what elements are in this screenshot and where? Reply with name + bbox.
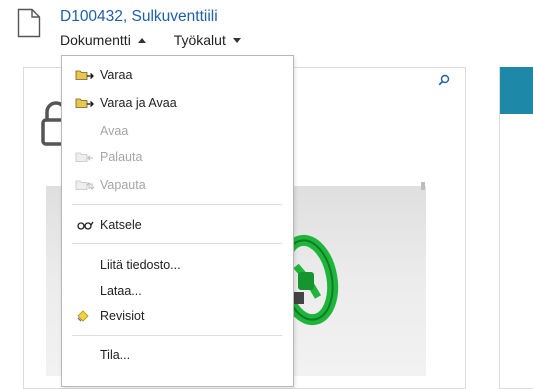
menu-item-lataa[interactable]: Lataa...	[62, 278, 293, 304]
menu-bar: Dokumentti Työkalut	[60, 32, 241, 48]
menu-divider	[72, 335, 282, 336]
menu-item-liita-tiedosto[interactable]: Liitä tiedosto...	[62, 252, 293, 278]
dokumentti-dropdown-menu: Varaa Varaa ja Avaa Avaa Palauta Vapauta…	[61, 55, 294, 387]
folder-arrow-icon	[75, 68, 95, 82]
menu-tyokalut[interactable]: Työkalut	[174, 32, 241, 48]
menu-item-vapauta: Vapauta	[62, 172, 293, 198]
menu-divider	[72, 243, 282, 244]
menu-divider	[72, 204, 282, 205]
preview-scroll-handle[interactable]	[421, 182, 425, 190]
menu-item-label: Varaa	[100, 68, 133, 82]
menu-item-tila[interactable]: Tila...	[62, 342, 293, 368]
menu-item-avaa: Avaa	[62, 118, 293, 144]
menu-item-label: Palauta	[100, 150, 143, 164]
menu-item-varaa-ja-avaa[interactable]: Varaa ja Avaa	[62, 90, 293, 116]
caret-up-icon	[137, 37, 146, 43]
caret-down-icon	[232, 37, 241, 43]
page-title: D100432, Sulkuventtiili	[60, 8, 218, 25]
secondary-card-header[interactable]	[500, 67, 533, 114]
document-icon	[17, 8, 41, 38]
secondary-card	[499, 67, 533, 389]
menu-item-label: Liitä tiedosto...	[100, 258, 181, 272]
menu-item-label: Revisiot	[100, 309, 145, 323]
revisions-icon	[75, 309, 95, 323]
menu-item-label: Lataa...	[100, 284, 142, 298]
zoom-icon[interactable]	[438, 74, 450, 86]
folder-arrow-icon	[75, 96, 95, 110]
menu-item-label: Katsele	[100, 218, 142, 232]
menu-item-label: Varaa ja Avaa	[100, 96, 177, 110]
menu-tyokalut-label: Työkalut	[173, 32, 226, 48]
folder-return-icon	[75, 150, 95, 164]
glasses-icon	[75, 218, 95, 232]
menu-item-label: Tila...	[100, 348, 131, 362]
menu-item-palauta: Palauta	[62, 144, 293, 170]
menu-item-varaa[interactable]: Varaa	[62, 62, 293, 88]
menu-item-revisiot[interactable]: Revisiot	[62, 303, 293, 329]
menu-dokumentti[interactable]: Dokumentti	[60, 32, 146, 48]
folder-release-icon	[75, 178, 95, 192]
menu-dokumentti-label: Dokumentti	[60, 32, 131, 48]
menu-item-label: Avaa	[100, 124, 129, 138]
menu-item-label: Vapauta	[100, 178, 146, 192]
menu-item-katsele[interactable]: Katsele	[62, 212, 293, 238]
